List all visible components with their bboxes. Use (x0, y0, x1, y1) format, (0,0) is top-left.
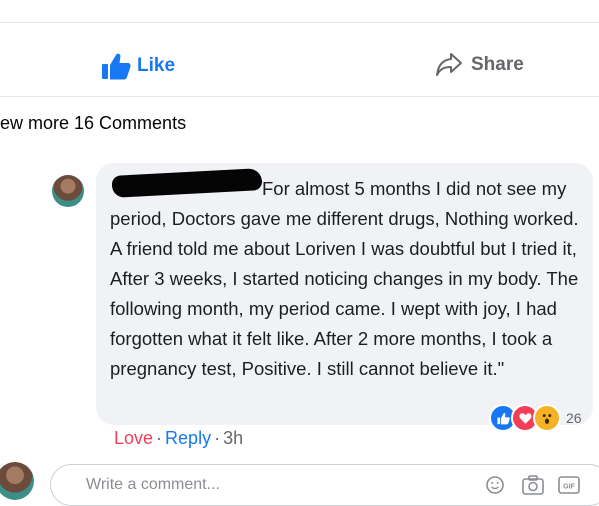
gif-icon[interactable]: GIF (558, 476, 580, 494)
share-label: Share (471, 54, 524, 75)
like-label: Like (137, 55, 176, 76)
share-button[interactable]: Share (435, 52, 524, 78)
reaction-summary[interactable]: 26 (489, 404, 582, 432)
comment-text: For almost 5 months I did not see my per… (110, 174, 588, 384)
commenter-avatar[interactable] (52, 175, 84, 207)
like-thumb-icon (102, 53, 131, 80)
actions-divider (0, 96, 599, 97)
top-divider (0, 22, 599, 23)
svg-text:GIF: GIF (563, 484, 575, 491)
current-user-avatar (0, 462, 34, 500)
like-button[interactable]: Like (101, 52, 175, 80)
meta-separator: · (214, 428, 221, 448)
reply-link[interactable]: Reply (165, 428, 211, 449)
meta-separator: · (156, 428, 163, 448)
wow-reaction-icon (533, 404, 561, 432)
comment-actions: Love · Reply · 3h (114, 428, 243, 449)
share-arrow-icon (436, 53, 462, 76)
love-link[interactable]: Love (114, 428, 153, 449)
view-more-comments-link[interactable]: ew more 16 Comments (0, 113, 186, 134)
comment-timestamp[interactable]: 3h (223, 428, 243, 449)
comment-input-placeholder: Write a comment... (86, 476, 220, 493)
camera-icon[interactable] (522, 475, 544, 495)
reaction-count: 26 (566, 410, 582, 426)
emoji-icon[interactable] (486, 476, 504, 494)
comment-body: For almost 5 months I did not see my per… (110, 178, 579, 379)
